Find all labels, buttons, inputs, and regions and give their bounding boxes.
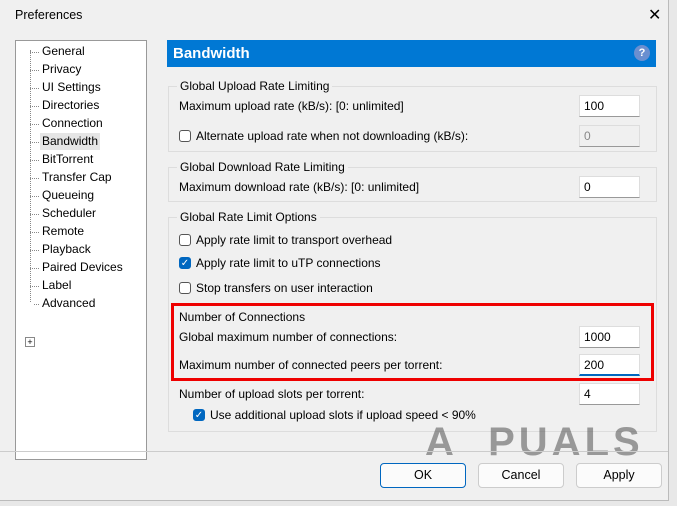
close-icon[interactable]: ✕ <box>648 5 661 25</box>
tree-connector <box>30 268 39 269</box>
alt-upload-label: Alternate upload rate when not downloadi… <box>196 129 469 143</box>
sidebar-item-scheduler[interactable]: Scheduler <box>40 205 98 222</box>
alt-upload-input[interactable]: 0 <box>579 125 640 147</box>
tree-connector <box>30 250 39 251</box>
upload-slots-input[interactable]: 4 <box>579 383 640 405</box>
sidebar-item-queueing[interactable]: Queueing <box>40 187 96 204</box>
apply-button[interactable]: Apply <box>576 463 662 488</box>
tree-connector <box>30 142 39 143</box>
cancel-button[interactable]: Cancel <box>478 463 564 488</box>
transport-overhead-label: Apply rate limit to transport overhead <box>196 233 393 247</box>
tree-connector <box>30 160 39 161</box>
page-title: Bandwidth <box>173 45 250 62</box>
upload-group-label: Global Upload Rate Limiting <box>177 79 333 94</box>
sidebar-item-bandwidth[interactable]: Bandwidth <box>40 133 101 150</box>
max-upload-label: Maximum upload rate (kB/s): [0: unlimite… <box>179 99 404 113</box>
utp-checkbox[interactable]: ✓ <box>179 257 191 269</box>
sidebar-item-advanced[interactable]: Advanced <box>40 295 97 312</box>
stop-transfers-checkbox[interactable] <box>179 282 191 294</box>
sidebar-item-bittorrent[interactable]: BitTorrent <box>40 151 95 168</box>
highlight-box <box>171 303 654 381</box>
tree-connector <box>34 304 39 305</box>
sidebar-item-transfer-cap[interactable]: Transfer Cap <box>40 169 114 186</box>
upload-slots-label: Number of upload slots per torrent: <box>179 387 365 401</box>
preferences-dialog: Preferences ✕ General Privacy UI Settings D… <box>0 0 669 501</box>
help-icon[interactable]: ? <box>634 45 650 61</box>
transport-overhead-checkbox[interactable] <box>179 234 191 246</box>
alt-upload-checkbox[interactable] <box>179 130 191 142</box>
tree-connector <box>30 106 39 107</box>
extra-slots-checkbox[interactable]: ✓ <box>193 409 205 421</box>
sidebar-item-privacy[interactable]: Privacy <box>40 61 83 78</box>
expand-icon[interactable]: + <box>25 337 35 347</box>
ok-button[interactable]: OK <box>380 463 466 488</box>
sidebar-item-connection[interactable]: Connection <box>40 115 105 132</box>
tree-connector <box>30 70 39 71</box>
tree-connector <box>30 178 39 179</box>
sidebar-item-directories[interactable]: Directories <box>40 97 101 114</box>
tree-connector <box>30 232 39 233</box>
utp-label: Apply rate limit to uTP connections <box>196 256 381 270</box>
max-upload-input[interactable]: 100 <box>579 95 640 117</box>
rate-options-group-label: Global Rate Limit Options <box>177 210 320 225</box>
category-tree: General Privacy UI Settings Directories Conn… <box>15 40 147 460</box>
stop-transfers-label: Stop transfers on user interaction <box>196 281 373 295</box>
tree-connector <box>30 214 39 215</box>
max-download-label: Maximum download rate (kB/s): [0: unlimi… <box>179 180 420 194</box>
watermark-logo: A PUALS <box>425 420 644 464</box>
sidebar-item-paired-devices[interactable]: Paired Devices <box>40 259 125 276</box>
page-header: Bandwidth? <box>167 40 656 67</box>
sidebar-item-remote[interactable]: Remote <box>40 223 86 240</box>
max-download-input[interactable]: 0 <box>579 176 640 198</box>
tree-connector <box>30 196 39 197</box>
sidebar-item-ui-settings[interactable]: UI Settings <box>40 79 103 96</box>
tree-connector <box>30 88 39 89</box>
sidebar-item-playback[interactable]: Playback <box>40 241 93 258</box>
divider <box>0 451 668 452</box>
download-group-label: Global Download Rate Limiting <box>177 160 348 175</box>
dialog-title: Preferences <box>15 8 83 22</box>
tree-connector <box>30 52 39 53</box>
tree-connector <box>30 286 39 287</box>
sidebar-item-general[interactable]: General <box>40 43 87 60</box>
sidebar-item-label[interactable]: Label <box>40 277 73 294</box>
tree-connector <box>30 124 39 125</box>
